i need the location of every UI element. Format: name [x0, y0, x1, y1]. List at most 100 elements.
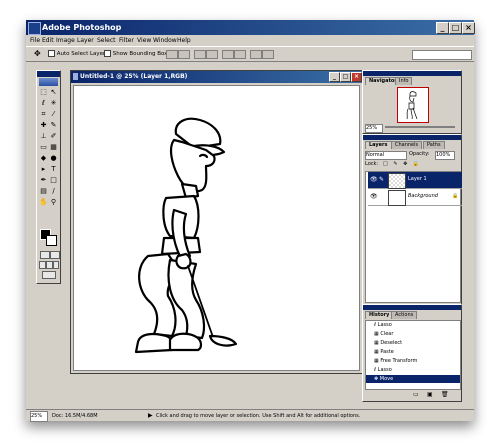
new-snapshot-icon[interactable]: ▣ [427, 391, 433, 398]
auto-select-option[interactable]: Auto Select Layer [48, 47, 105, 61]
screen-mode-full-menu-button[interactable] [46, 261, 53, 269]
standard-mode-button[interactable] [40, 251, 50, 259]
options-bar: ✥ Auto Select Layer Show Bounding Box [26, 46, 474, 62]
title-bar: Adobe Photoshop _ □ × [26, 20, 475, 35]
eraser-tool-icon[interactable]: ▭ [39, 143, 48, 152]
lock-label: Lock: [365, 161, 379, 167]
doc-minimize-button[interactable]: _ [329, 72, 340, 82]
bounding-box-label: Show Bounding Box [112, 51, 168, 57]
hand-tool-icon[interactable]: ✋ [39, 198, 48, 207]
shape-tool-icon[interactable]: □ [49, 176, 58, 185]
history-item[interactable]: ▦ Free Transform [374, 357, 460, 365]
background-visibility-eye-icon[interactable]: 👁 [370, 193, 378, 200]
menu-filter[interactable]: Filter [119, 35, 134, 46]
tab-actions[interactable]: Actions [391, 311, 418, 319]
layer-1-thumbnail [388, 173, 406, 189]
screen-mode-full-button[interactable] [53, 261, 59, 269]
bounding-box-option[interactable]: Show Bounding Box [104, 47, 167, 61]
history-item-selected[interactable]: ✥ Move [366, 375, 460, 383]
align-left-button[interactable] [194, 50, 206, 59]
align-middle-button[interactable] [178, 50, 190, 59]
slice-tool-icon[interactable]: ⁄ [49, 110, 58, 119]
eyedropper-tool-icon[interactable]: ∕ [49, 187, 58, 196]
history-item[interactable]: ℓ Lasso [374, 366, 460, 374]
menu-select[interactable]: Select [97, 35, 116, 46]
lasso-tool-icon[interactable]: ℓ [39, 99, 48, 108]
layer-row-background[interactable]: 👁 Background 🔒 [368, 189, 462, 206]
menu-help[interactable]: Help [177, 35, 191, 46]
tab-channels[interactable]: Channels [391, 141, 423, 149]
lock-options-icon[interactable]: □ ✎ ✥ 🔒 [383, 161, 421, 168]
layer-visibility-eye-icon[interactable]: 👁 [370, 176, 378, 183]
history-item[interactable]: ▦ Clear [374, 330, 460, 338]
history-item[interactable]: ▦ Paste [374, 348, 460, 356]
distribute-button[interactable] [222, 50, 234, 59]
status-zoom-field[interactable]: 25% [30, 411, 48, 422]
crop-tool-icon[interactable]: ⌗ [39, 110, 48, 119]
image-canvas[interactable] [73, 85, 360, 371]
doc-close-button[interactable]: × [351, 72, 362, 82]
palette-well[interactable] [412, 50, 472, 60]
tab-paths[interactable]: Paths [423, 141, 445, 149]
toolbox: ⬚ ↖ ℓ ✳ ⌗ ⁄ ✚ ✎ ⊥ ✐ ▭ ▦ ◆ ● ▸ T ✒ □ ▤ ∕ … [36, 70, 61, 284]
clone-stamp-tool-icon[interactable]: ⊥ [39, 132, 48, 141]
notes-tool-icon[interactable]: ▤ [39, 187, 48, 196]
menu-image[interactable]: Image [56, 35, 75, 46]
app-title: Adobe Photoshop [42, 23, 122, 32]
tab-layers[interactable]: Layers [365, 141, 392, 149]
layers-panel: Layers Channels Paths Normal Opacity: 10… [362, 134, 462, 320]
type-tool-icon[interactable]: T [49, 165, 58, 174]
history-brush-tool-icon[interactable]: ✐ [49, 132, 58, 141]
background-lock-icon: 🔒 [452, 193, 459, 199]
jump-to-imageready-button[interactable] [42, 271, 56, 279]
menu-edit[interactable]: Edit [42, 35, 54, 46]
minimize-button[interactable]: _ [436, 22, 449, 34]
distribute-left-button[interactable] [250, 50, 262, 59]
move-tool-icon[interactable]: ✥ [34, 47, 41, 61]
history-item[interactable]: ▦ Deselect [374, 339, 460, 347]
screen-mode-standard-button[interactable] [39, 261, 46, 269]
delete-state-icon[interactable]: 🗑 [441, 391, 449, 398]
distribute-center-button[interactable] [234, 50, 246, 59]
blur-tool-icon[interactable]: ◆ [39, 154, 48, 163]
move-tool-button-icon[interactable]: ↖ [49, 88, 58, 97]
healing-brush-tool-icon[interactable]: ✚ [39, 121, 48, 130]
auto-select-checkbox[interactable] [48, 50, 55, 57]
background-color-swatch[interactable] [46, 235, 57, 246]
distribute-right-button[interactable] [262, 50, 274, 59]
pen-tool-icon[interactable]: ✒ [39, 176, 48, 185]
opacity-field[interactable]: 100% [435, 151, 455, 160]
brush-tool-icon[interactable]: ✎ [49, 121, 58, 130]
blend-mode-select[interactable]: Normal [365, 151, 407, 160]
close-button[interactable]: × [462, 22, 475, 34]
quick-mask-button[interactable] [50, 251, 60, 259]
gradient-tool-icon[interactable]: ▦ [49, 143, 58, 152]
bounding-box-checkbox[interactable] [104, 50, 111, 57]
navigator-thumbnail[interactable] [397, 87, 429, 123]
tab-history[interactable]: History [365, 311, 394, 319]
background-thumbnail [388, 190, 406, 206]
dodge-tool-icon[interactable]: ● [49, 154, 58, 163]
navigator-zoom-field[interactable]: 25% [365, 124, 383, 133]
navigator-zoom-slider[interactable] [385, 126, 455, 128]
magic-wand-tool-icon[interactable]: ✳ [49, 99, 58, 108]
status-hint: Click and drag to move layer or selectio… [156, 413, 361, 419]
align-top-button[interactable] [166, 50, 178, 59]
menu-layer[interactable]: Layer [77, 35, 94, 46]
align-center-button[interactable] [206, 50, 218, 59]
history-item[interactable]: ℓ Lasso [374, 321, 460, 329]
maximize-button[interactable]: □ [449, 22, 462, 34]
path-selection-tool-icon[interactable]: ▸ [39, 165, 48, 174]
doc-maximize-button[interactable]: □ [340, 72, 351, 82]
tab-info[interactable]: Info [395, 77, 413, 85]
menu-view[interactable]: View [137, 35, 151, 46]
layers-list: 👁 ✎ Layer 1 👁 Background 🔒 [365, 171, 462, 303]
zoom-tool-icon[interactable]: ⚲ [49, 198, 58, 207]
marquee-tool-icon[interactable]: ⬚ [39, 88, 48, 97]
layer-brush-icon: ✎ [379, 176, 385, 183]
menu-file[interactable]: File [30, 35, 40, 46]
menu-window[interactable]: Window [153, 35, 177, 46]
layer-row-layer-1[interactable]: 👁 ✎ Layer 1 [368, 172, 462, 189]
new-document-icon[interactable]: ▭ [413, 391, 419, 398]
status-arrow-icon[interactable]: ▶ [148, 410, 153, 422]
